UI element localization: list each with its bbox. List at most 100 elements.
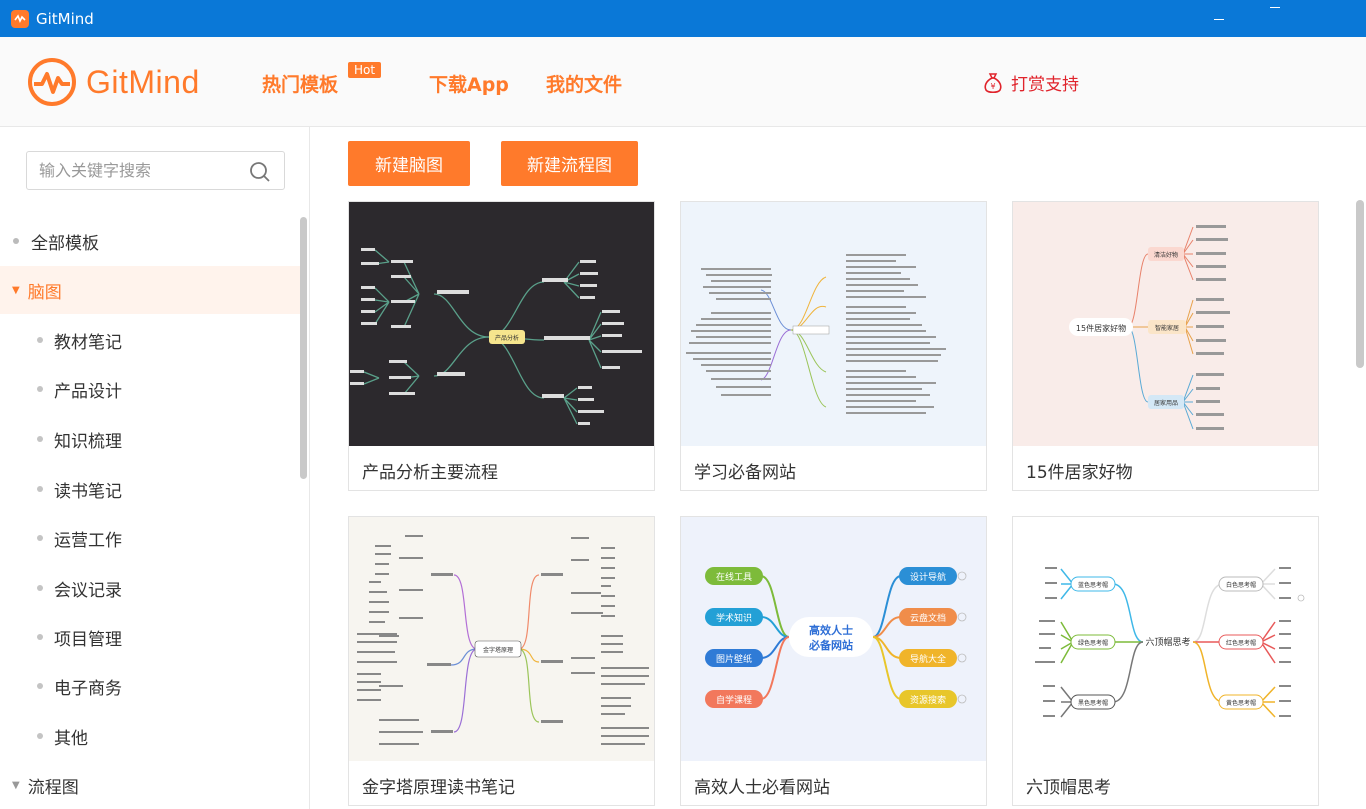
sidebar-scrollbar[interactable] <box>300 217 307 479</box>
mindmap-center-label: 15件居家好物 <box>1076 323 1126 333</box>
sidebar-item-meetings[interactable]: 会议记录 <box>0 564 300 612</box>
category-flowchart[interactable]: ▼ 流程图 <box>0 761 300 809</box>
nav-my-files[interactable]: 我的文件 <box>546 70 622 97</box>
sidebar-item-ecommerce[interactable]: 电子商务 <box>0 662 300 710</box>
mindmap-branch-label: 黑色思考帽 <box>1078 699 1108 707</box>
new-mindmap-button[interactable]: 新建脑图 <box>348 141 470 186</box>
bullet-icon <box>37 486 43 492</box>
search-icon[interactable] <box>249 161 271 183</box>
mindmap-branch-label: 云盘文档 <box>910 612 946 624</box>
mindmap-branch-label: 居家用品 <box>1154 399 1178 407</box>
template-title: 15件居家好物 <box>1026 463 1133 483</box>
template-title: 产品分析主要流程 <box>362 463 498 483</box>
template-card[interactable]: 金字塔原理 金字塔原理读书笔记 <box>348 516 655 806</box>
logo[interactable]: GitMind <box>26 56 200 108</box>
mindmap-branch-label: 图片壁纸 <box>716 653 752 665</box>
minimize-icon <box>1214 18 1224 20</box>
template-thumbnail: 产品分析 <box>349 202 654 446</box>
search-box <box>26 151 285 190</box>
sidebar-item-label: 读书笔记 <box>54 481 122 502</box>
bullet-icon <box>37 634 43 640</box>
bullet-icon <box>37 337 43 343</box>
template-card[interactable]: 六顶帽思考 蓝色思考帽 绿色思考帽 黑色思考帽 白色思考帽 红色思考帽 黄色思考… <box>1012 516 1319 806</box>
money-bag-icon: ¥ <box>984 72 1002 93</box>
nav-hot-templates[interactable]: 热门模板 <box>262 70 338 97</box>
donate-button[interactable]: ¥ 打赏支持 <box>983 70 1079 95</box>
bullet-icon <box>37 386 43 392</box>
template-thumbnail <box>681 202 986 446</box>
sidebar-item-label: 会议记录 <box>54 580 122 601</box>
gitmind-logo-icon <box>28 58 76 106</box>
main-content: 新建脑图 新建流程图 产品分析 产品分析主要流程 学习必备网站 15件居家好物 … <box>311 127 1356 809</box>
sidebar-item-label: 教材笔记 <box>54 332 122 353</box>
sidebar-item-knowledge[interactable]: 知识梳理 <box>0 415 300 463</box>
sidebar-item-operations[interactable]: 运营工作 <box>0 514 300 562</box>
mindmap-center-label: 必备网站 <box>808 638 853 652</box>
main-scrollbar[interactable] <box>1356 200 1364 368</box>
bullet-icon <box>13 238 19 244</box>
app-icon <box>11 9 29 28</box>
new-flowchart-button[interactable]: 新建流程图 <box>501 141 638 186</box>
template-thumbnail: 六顶帽思考 蓝色思考帽 绿色思考帽 黑色思考帽 白色思考帽 红色思考帽 黄色思考… <box>1013 517 1318 761</box>
mindmap-branch-label: 清洁好物 <box>1154 251 1178 259</box>
app-header: GitMind 热门模板 Hot 下载App 我的文件 ¥ 打赏支持 <box>0 37 1366 127</box>
mindmap-center-label: 产品分析 <box>495 334 519 342</box>
mindmap-branch-label: 学术知识 <box>716 612 752 624</box>
template-card[interactable]: 学习必备网站 <box>680 201 987 491</box>
template-card[interactable]: 产品分析 产品分析主要流程 <box>348 201 655 491</box>
mindmap-branch-label: 白色思考帽 <box>1226 581 1256 589</box>
template-thumbnail: 15件居家好物 清洁好物 智能家居 居家用品 <box>1013 202 1318 446</box>
maximize-button[interactable] <box>1252 0 1298 37</box>
template-title: 六顶帽思考 <box>1026 778 1111 798</box>
bullet-icon <box>37 585 43 591</box>
mindmap-branch-label: 资源搜索 <box>910 694 946 706</box>
category-label: 流程图 <box>27 777 79 798</box>
mindmap-branch-label: 导航大全 <box>910 653 946 665</box>
mindmap-branch-label: 在线工具 <box>716 571 752 583</box>
sidebar-item-reading-notes[interactable]: 读书笔记 <box>0 465 300 513</box>
mindmap-center-label: 高效人士 <box>809 623 853 637</box>
template-title: 高效人士必看网站 <box>694 778 830 798</box>
title-bar: GitMind <box>0 0 1366 37</box>
sidebar-item-other[interactable]: 其他 <box>0 712 300 760</box>
template-thumbnail: 金字塔原理 <box>349 517 654 761</box>
template-title: 学习必备网站 <box>694 463 796 483</box>
window-title: GitMind <box>36 9 94 28</box>
mindmap-branch-label: 绿色思考帽 <box>1078 639 1108 647</box>
template-card[interactable]: 高效人士 必备网站 在线工具 学术知识 图片壁纸 自学课程 设计导航 云盘文档 … <box>680 516 987 806</box>
bullet-icon <box>37 436 43 442</box>
sidebar: 全部模板 ▼ 脑图 教材笔记 产品设计 知识梳理 读书笔记 运营工作 会议记录 … <box>0 127 310 809</box>
mindmap-center-label: 金字塔原理 <box>483 646 513 654</box>
sidebar-item-label: 电子商务 <box>54 678 122 699</box>
mindmap-branch-label: 黄色思考帽 <box>1226 699 1256 707</box>
mindmap-branch-label: 蓝色思考帽 <box>1078 581 1108 589</box>
category-mindmap[interactable]: ▼ 脑图 <box>0 266 300 314</box>
bullet-icon <box>37 683 43 689</box>
mindmap-center-label: 六顶帽思考 <box>1145 636 1190 648</box>
mindmap-branch-label: 智能家居 <box>1155 324 1179 332</box>
sidebar-item-label: 知识梳理 <box>54 431 122 452</box>
mindmap-branch-label: 红色思考帽 <box>1226 639 1256 647</box>
nav-download-app[interactable]: 下载App <box>429 70 509 97</box>
sidebar-item-textbook-notes[interactable]: 教材笔记 <box>0 316 300 364</box>
svg-text:¥: ¥ <box>990 82 995 91</box>
caret-down-icon: ▼ <box>12 779 20 791</box>
template-thumbnail: 高效人士 必备网站 在线工具 学术知识 图片壁纸 自学课程 设计导航 云盘文档 … <box>681 517 986 761</box>
minimize-button[interactable] <box>1196 0 1242 37</box>
sidebar-item-projects[interactable]: 项目管理 <box>0 613 300 661</box>
sidebar-item-label: 产品设计 <box>54 381 122 402</box>
category-label: 脑图 <box>27 282 62 303</box>
search-input[interactable] <box>39 152 239 189</box>
logo-text: GitMind <box>86 63 200 100</box>
hot-badge: Hot <box>348 62 382 78</box>
sidebar-item-label: 运营工作 <box>54 530 122 551</box>
category-all-templates[interactable]: 全部模板 <box>0 217 300 265</box>
sidebar-item-label: 项目管理 <box>54 629 122 650</box>
template-card[interactable]: 15件居家好物 清洁好物 智能家居 居家用品 15件居家好物 <box>1012 201 1319 491</box>
sidebar-item-product-design[interactable]: 产品设计 <box>0 365 300 413</box>
maximize-icon <box>1270 7 1280 8</box>
template-title: 金字塔原理读书笔记 <box>362 778 515 798</box>
bullet-icon <box>37 733 43 739</box>
bullet-icon <box>37 535 43 541</box>
category-label: 全部模板 <box>31 233 99 254</box>
